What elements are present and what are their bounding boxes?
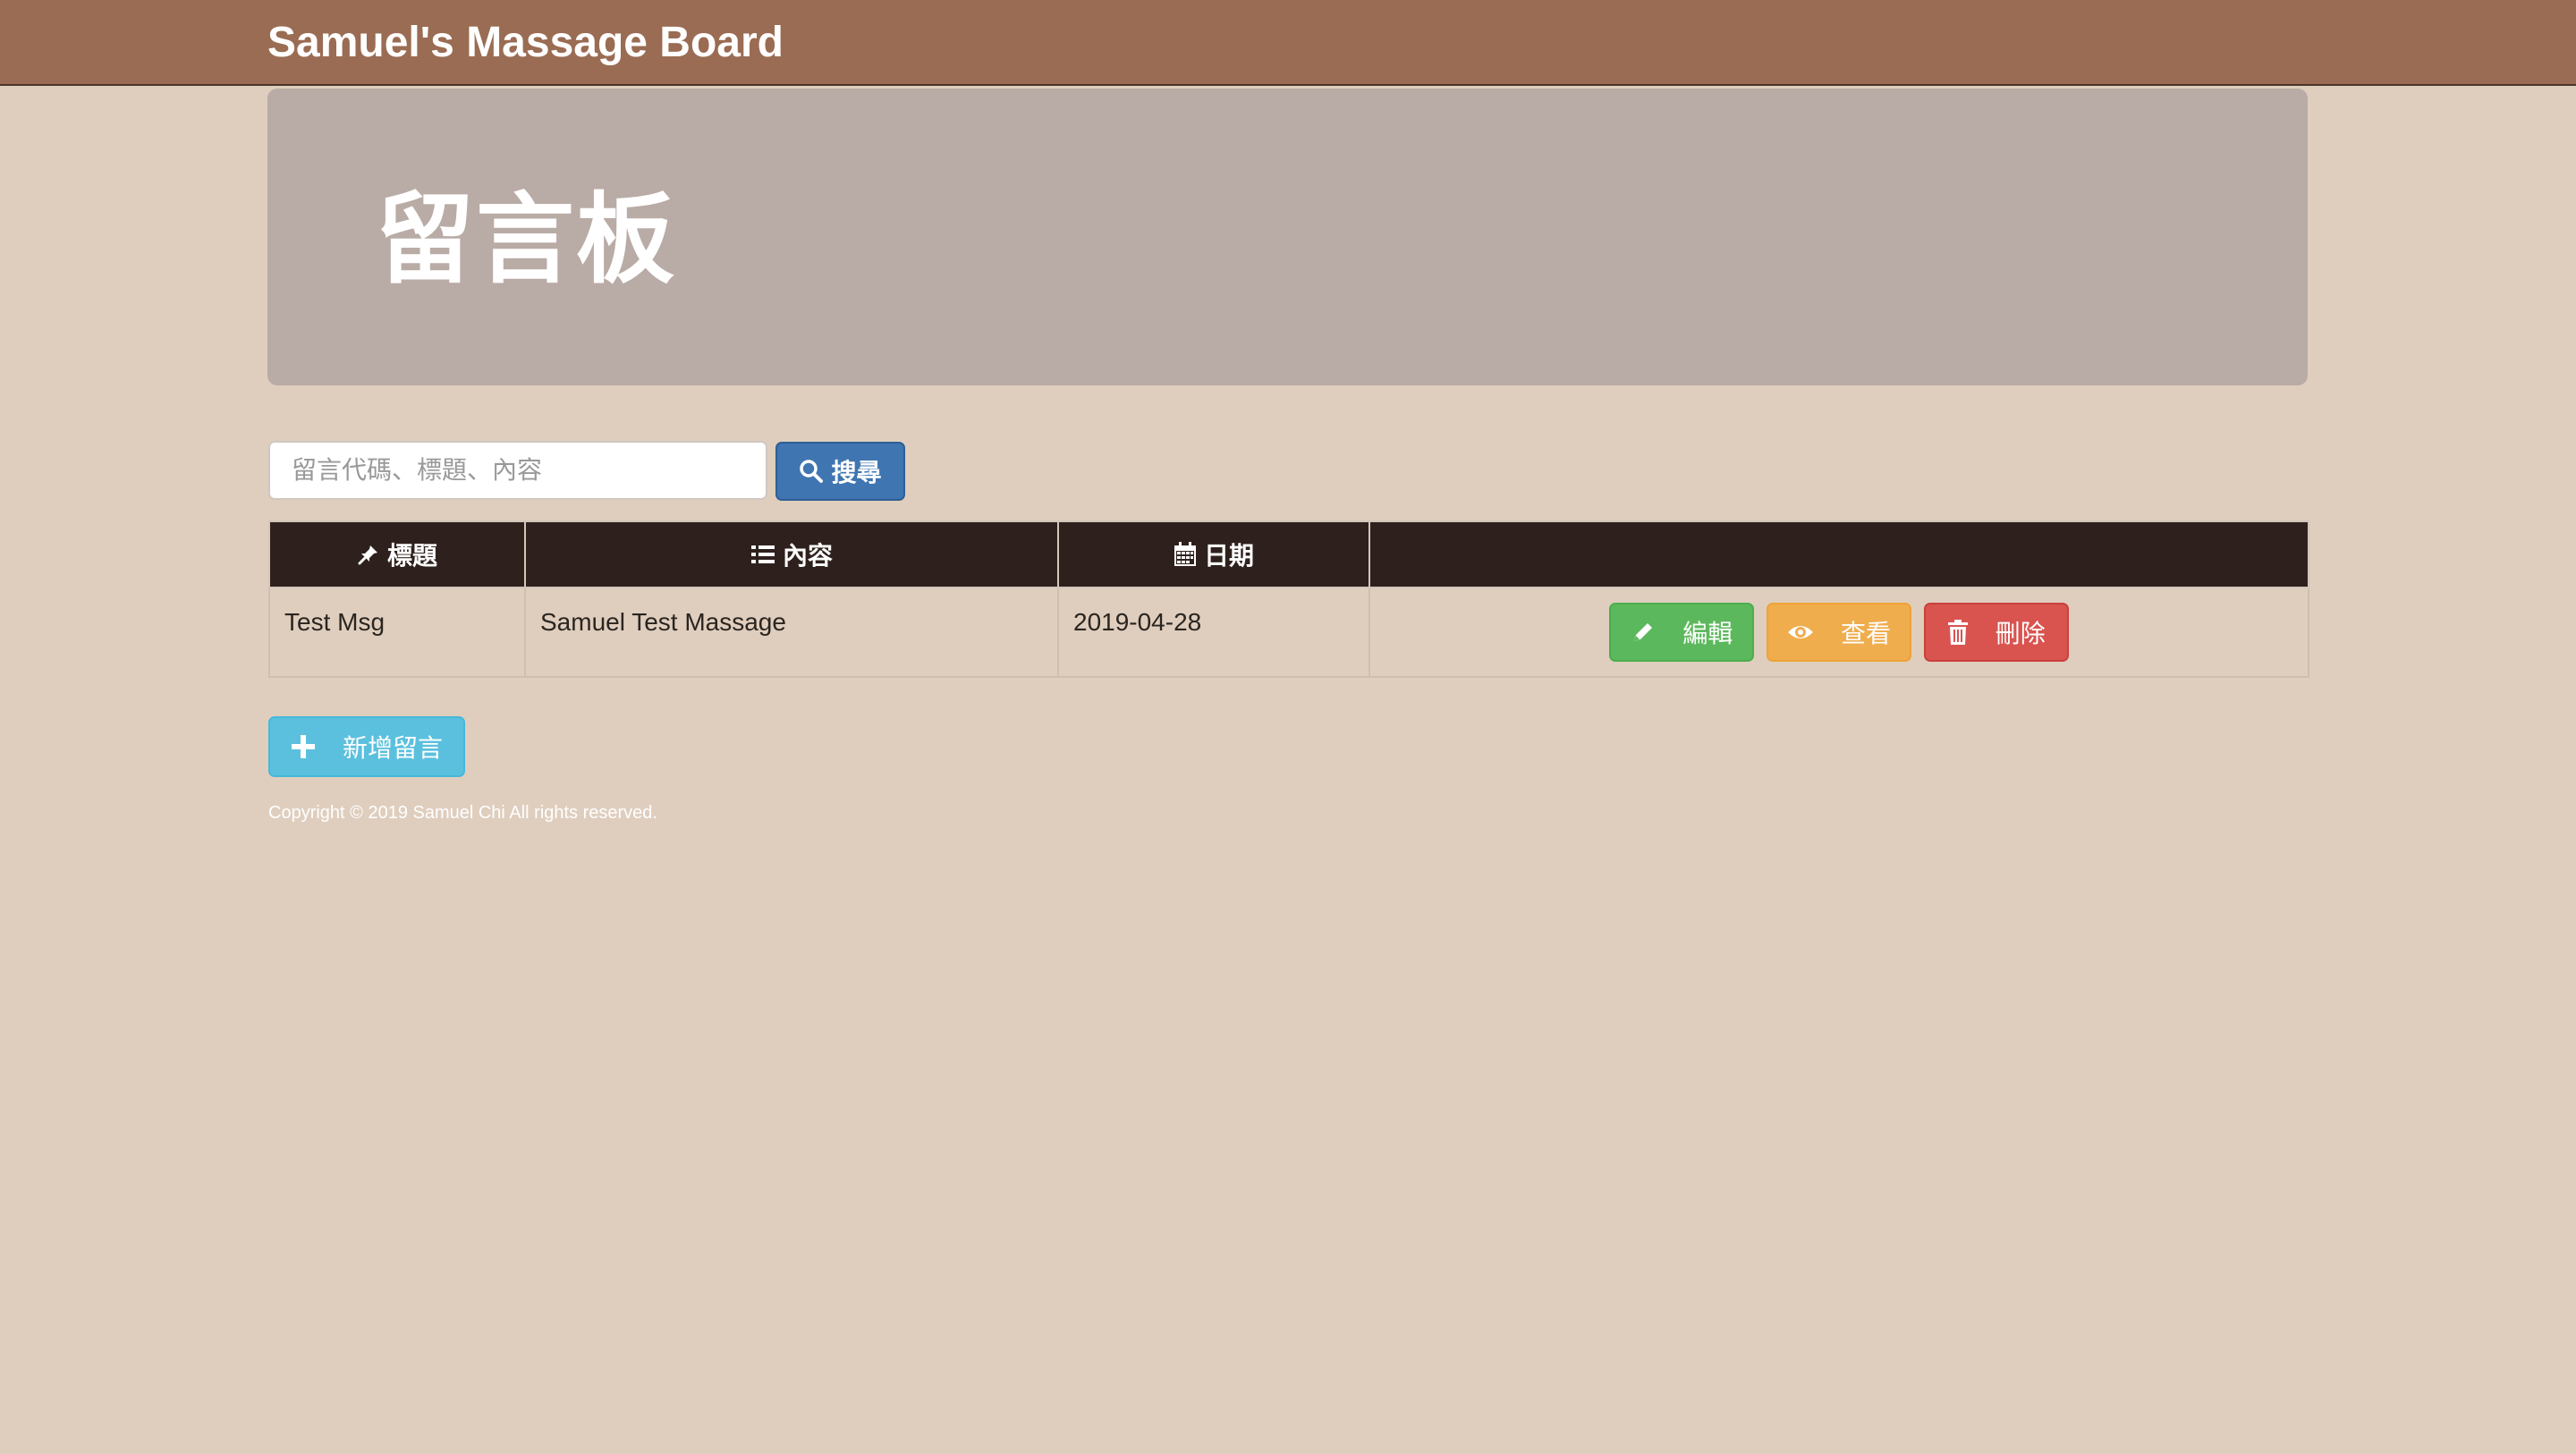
top-navbar: Samuel's Massage Board [0,0,2576,86]
page-title: 留言板 [376,185,676,295]
eye-icon [1787,622,1814,642]
table-header-row: 標題 內容 日期 [268,520,2309,588]
add-message-button-label: 新增留言 [342,734,443,762]
view-button[interactable]: 查看 [1767,603,1911,662]
column-header-content: 內容 [524,520,1059,588]
brand-link[interactable]: Samuel's Massage Board [267,16,784,70]
trash-icon [1947,619,1969,646]
search-icon [799,459,824,484]
row-content: Samuel Test Massage [524,587,1059,678]
delete-button-label: 刪除 [1995,620,2046,647]
table-row: Test Msg Samuel Test Massage 2019-04-28 … [268,587,2309,678]
footer-copyright: Copyright © 2019 Samuel Chi All rights r… [268,803,657,823]
calendar-icon [1174,541,1197,567]
pencil-icon [1631,620,1656,645]
search-button[interactable]: 搜尋 [775,442,905,501]
list-icon [750,543,775,566]
column-header-title-label: 標題 [386,542,437,570]
plus-icon [291,734,316,759]
column-header-title: 標題 [268,520,526,588]
search-input[interactable] [268,441,767,500]
row-title: Test Msg [268,587,526,678]
add-message-button[interactable]: 新增留言 [268,716,465,777]
column-header-date: 日期 [1057,520,1370,588]
pushpin-icon [357,543,380,566]
row-actions: 編輯 查看 刪除 [1368,587,2309,678]
edit-button[interactable]: 編輯 [1609,603,1755,662]
column-header-date-label: 日期 [1203,541,1254,570]
message-table: 標題 內容 日期 Test Msg Samuel Test Massage 20… [268,520,2309,678]
search-button-label: 搜尋 [831,459,882,486]
jumbotron-banner: 留言板 [267,89,2308,385]
row-date: 2019-04-28 [1057,587,1370,678]
column-header-content-label: 內容 [782,542,833,570]
column-header-actions [1368,520,2309,588]
delete-button[interactable]: 刪除 [1923,603,2069,662]
view-button-label: 查看 [1840,620,1891,647]
edit-button-label: 編輯 [1682,620,1733,647]
